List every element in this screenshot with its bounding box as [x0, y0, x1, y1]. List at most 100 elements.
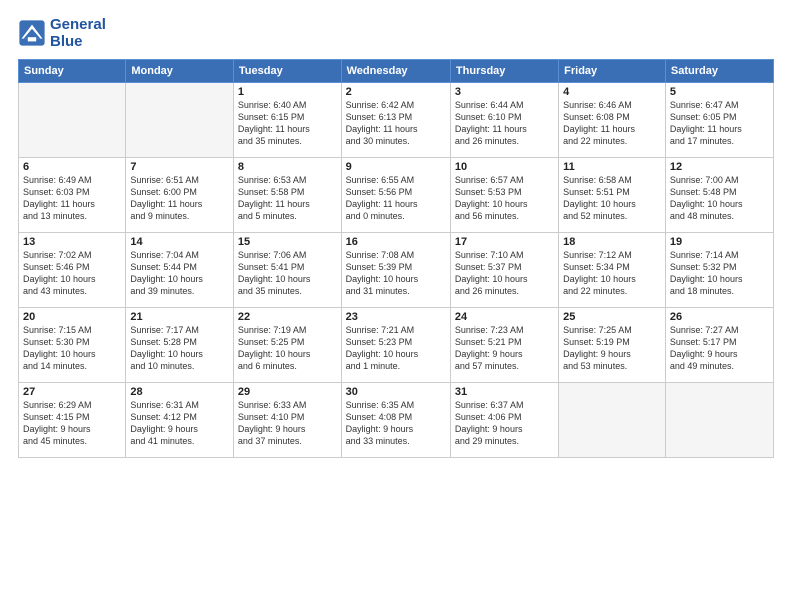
day-info: Sunrise: 6:44 AM Sunset: 6:10 PM Dayligh… [455, 99, 554, 148]
calendar-cell: 3Sunrise: 6:44 AM Sunset: 6:10 PM Daylig… [450, 82, 558, 157]
calendar-cell: 7Sunrise: 6:51 AM Sunset: 6:00 PM Daylig… [126, 157, 234, 232]
calendar-week-row: 20Sunrise: 7:15 AM Sunset: 5:30 PM Dayli… [19, 307, 774, 382]
weekday-header: Monday [126, 59, 234, 82]
day-number: 12 [670, 161, 769, 173]
calendar-cell: 16Sunrise: 7:08 AM Sunset: 5:39 PM Dayli… [341, 232, 450, 307]
weekday-header: Thursday [450, 59, 558, 82]
calendar-cell: 11Sunrise: 6:58 AM Sunset: 5:51 PM Dayli… [559, 157, 666, 232]
day-number: 15 [238, 236, 337, 248]
day-number: 28 [130, 386, 229, 398]
calendar-cell: 14Sunrise: 7:04 AM Sunset: 5:44 PM Dayli… [126, 232, 234, 307]
weekday-header: Tuesday [233, 59, 341, 82]
calendar-cell: 2Sunrise: 6:42 AM Sunset: 6:13 PM Daylig… [341, 82, 450, 157]
day-info: Sunrise: 7:27 AM Sunset: 5:17 PM Dayligh… [670, 324, 769, 373]
day-info: Sunrise: 6:33 AM Sunset: 4:10 PM Dayligh… [238, 399, 337, 448]
day-info: Sunrise: 6:47 AM Sunset: 6:05 PM Dayligh… [670, 99, 769, 148]
calendar-week-row: 27Sunrise: 6:29 AM Sunset: 4:15 PM Dayli… [19, 382, 774, 457]
day-number: 16 [346, 236, 446, 248]
day-number: 14 [130, 236, 229, 248]
logo-icon [18, 19, 46, 47]
day-info: Sunrise: 7:10 AM Sunset: 5:37 PM Dayligh… [455, 249, 554, 298]
day-info: Sunrise: 6:40 AM Sunset: 6:15 PM Dayligh… [238, 99, 337, 148]
day-info: Sunrise: 6:53 AM Sunset: 5:58 PM Dayligh… [238, 174, 337, 223]
calendar-cell: 30Sunrise: 6:35 AM Sunset: 4:08 PM Dayli… [341, 382, 450, 457]
day-info: Sunrise: 7:17 AM Sunset: 5:28 PM Dayligh… [130, 324, 229, 373]
day-info: Sunrise: 7:12 AM Sunset: 5:34 PM Dayligh… [563, 249, 661, 298]
calendar-cell: 20Sunrise: 7:15 AM Sunset: 5:30 PM Dayli… [19, 307, 126, 382]
calendar-cell: 31Sunrise: 6:37 AM Sunset: 4:06 PM Dayli… [450, 382, 558, 457]
day-number: 24 [455, 311, 554, 323]
day-info: Sunrise: 6:31 AM Sunset: 4:12 PM Dayligh… [130, 399, 229, 448]
day-number: 27 [23, 386, 121, 398]
day-number: 20 [23, 311, 121, 323]
day-info: Sunrise: 7:21 AM Sunset: 5:23 PM Dayligh… [346, 324, 446, 373]
calendar-cell: 22Sunrise: 7:19 AM Sunset: 5:25 PM Dayli… [233, 307, 341, 382]
day-info: Sunrise: 6:35 AM Sunset: 4:08 PM Dayligh… [346, 399, 446, 448]
calendar-cell: 12Sunrise: 7:00 AM Sunset: 5:48 PM Dayli… [665, 157, 773, 232]
day-number: 30 [346, 386, 446, 398]
calendar-cell: 17Sunrise: 7:10 AM Sunset: 5:37 PM Dayli… [450, 232, 558, 307]
day-info: Sunrise: 7:15 AM Sunset: 5:30 PM Dayligh… [23, 324, 121, 373]
day-info: Sunrise: 6:55 AM Sunset: 5:56 PM Dayligh… [346, 174, 446, 223]
calendar-cell: 4Sunrise: 6:46 AM Sunset: 6:08 PM Daylig… [559, 82, 666, 157]
day-number: 21 [130, 311, 229, 323]
calendar-cell: 6Sunrise: 6:49 AM Sunset: 6:03 PM Daylig… [19, 157, 126, 232]
day-number: 9 [346, 161, 446, 173]
weekday-header: Sunday [19, 59, 126, 82]
day-number: 13 [23, 236, 121, 248]
calendar-week-row: 6Sunrise: 6:49 AM Sunset: 6:03 PM Daylig… [19, 157, 774, 232]
day-number: 8 [238, 161, 337, 173]
day-number: 10 [455, 161, 554, 173]
day-number: 31 [455, 386, 554, 398]
calendar-cell: 29Sunrise: 6:33 AM Sunset: 4:10 PM Dayli… [233, 382, 341, 457]
calendar-cell: 9Sunrise: 6:55 AM Sunset: 5:56 PM Daylig… [341, 157, 450, 232]
day-info: Sunrise: 6:37 AM Sunset: 4:06 PM Dayligh… [455, 399, 554, 448]
day-info: Sunrise: 6:51 AM Sunset: 6:00 PM Dayligh… [130, 174, 229, 223]
calendar-cell [665, 382, 773, 457]
calendar-table: SundayMondayTuesdayWednesdayThursdayFrid… [18, 59, 774, 458]
calendar-cell [19, 82, 126, 157]
day-info: Sunrise: 6:49 AM Sunset: 6:03 PM Dayligh… [23, 174, 121, 223]
calendar-cell: 18Sunrise: 7:12 AM Sunset: 5:34 PM Dayli… [559, 232, 666, 307]
day-info: Sunrise: 7:23 AM Sunset: 5:21 PM Dayligh… [455, 324, 554, 373]
day-number: 7 [130, 161, 229, 173]
day-info: Sunrise: 6:57 AM Sunset: 5:53 PM Dayligh… [455, 174, 554, 223]
page: General Blue SundayMondayTuesdayWednesda… [0, 0, 792, 612]
logo: General Blue [18, 16, 106, 51]
calendar-cell: 19Sunrise: 7:14 AM Sunset: 5:32 PM Dayli… [665, 232, 773, 307]
day-number: 4 [563, 86, 661, 98]
calendar-cell: 8Sunrise: 6:53 AM Sunset: 5:58 PM Daylig… [233, 157, 341, 232]
day-info: Sunrise: 7:04 AM Sunset: 5:44 PM Dayligh… [130, 249, 229, 298]
calendar-cell: 27Sunrise: 6:29 AM Sunset: 4:15 PM Dayli… [19, 382, 126, 457]
day-number: 22 [238, 311, 337, 323]
calendar-cell: 15Sunrise: 7:06 AM Sunset: 5:41 PM Dayli… [233, 232, 341, 307]
calendar-cell: 21Sunrise: 7:17 AM Sunset: 5:28 PM Dayli… [126, 307, 234, 382]
day-info: Sunrise: 6:58 AM Sunset: 5:51 PM Dayligh… [563, 174, 661, 223]
day-number: 29 [238, 386, 337, 398]
day-number: 2 [346, 86, 446, 98]
day-number: 19 [670, 236, 769, 248]
day-number: 26 [670, 311, 769, 323]
weekday-header: Friday [559, 59, 666, 82]
day-number: 5 [670, 86, 769, 98]
day-info: Sunrise: 7:14 AM Sunset: 5:32 PM Dayligh… [670, 249, 769, 298]
calendar-cell: 23Sunrise: 7:21 AM Sunset: 5:23 PM Dayli… [341, 307, 450, 382]
calendar-header-row: SundayMondayTuesdayWednesdayThursdayFrid… [19, 59, 774, 82]
calendar-cell: 13Sunrise: 7:02 AM Sunset: 5:46 PM Dayli… [19, 232, 126, 307]
day-number: 23 [346, 311, 446, 323]
weekday-header: Wednesday [341, 59, 450, 82]
day-number: 25 [563, 311, 661, 323]
calendar-cell: 10Sunrise: 6:57 AM Sunset: 5:53 PM Dayli… [450, 157, 558, 232]
day-number: 18 [563, 236, 661, 248]
calendar-cell: 5Sunrise: 6:47 AM Sunset: 6:05 PM Daylig… [665, 82, 773, 157]
calendar-week-row: 1Sunrise: 6:40 AM Sunset: 6:15 PM Daylig… [19, 82, 774, 157]
calendar-week-row: 13Sunrise: 7:02 AM Sunset: 5:46 PM Dayli… [19, 232, 774, 307]
calendar-cell [126, 82, 234, 157]
header: General Blue [18, 16, 774, 51]
day-number: 6 [23, 161, 121, 173]
logo-text: General Blue [50, 16, 106, 51]
day-info: Sunrise: 6:46 AM Sunset: 6:08 PM Dayligh… [563, 99, 661, 148]
calendar-cell: 28Sunrise: 6:31 AM Sunset: 4:12 PM Dayli… [126, 382, 234, 457]
day-number: 1 [238, 86, 337, 98]
day-number: 11 [563, 161, 661, 173]
